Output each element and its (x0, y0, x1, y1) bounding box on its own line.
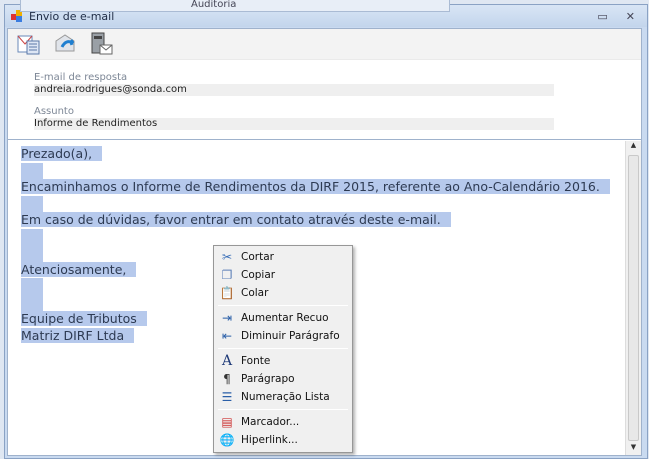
menu-label: Aumentar Recuo (241, 312, 329, 324)
menu-label: Cortar (241, 251, 274, 263)
menu-label: Marcador... (241, 416, 300, 428)
menu-label: Diminuir Parágrafo (241, 330, 340, 342)
menu-item-marcador[interactable]: ▤ Marcador... (216, 413, 350, 431)
numbered-list-icon: ☰ (221, 390, 233, 404)
paste-icon: 📋 (219, 286, 235, 300)
bookmark-icon: ▤ (221, 415, 233, 429)
menu-label: Parágrapo (241, 373, 295, 385)
body-line: Prezado(a), (21, 146, 610, 163)
selected-text: Matriz DIRF Ltda (21, 327, 135, 343)
subject-field[interactable]: Informe de Rendimentos (34, 118, 554, 130)
selected-text (21, 228, 43, 245)
menu-item-cortar[interactable]: ✂ Cortar (216, 248, 350, 266)
selected-text (21, 195, 43, 212)
selected-text: Encaminhamos o Informe de Rendimentos da… (21, 179, 610, 194)
new-message-icon (17, 35, 40, 55)
minimize-button[interactable]: ▭ (597, 10, 607, 23)
selected-text: Em caso de dúvidas, favor entrar em cont… (21, 212, 451, 227)
menu-item-aumentar-recuo[interactable]: ⇥ Aumentar Recuo (216, 309, 350, 327)
scroll-down-arrow[interactable]: ▼ (626, 443, 641, 455)
reply-email-field[interactable]: andreia.rodrigues@sonda.com (34, 84, 554, 96)
new-message-button[interactable] (16, 31, 42, 57)
scissors-icon: ✂ (221, 250, 233, 264)
reply-email-label: E-mail de resposta (34, 72, 128, 83)
menu-item-hiperlink[interactable]: 🌐 Hiperlink... (216, 431, 350, 449)
menu-item-diminuir-paragrafo[interactable]: ⇤ Diminuir Parágrafo (216, 327, 350, 345)
toolbar (8, 29, 641, 60)
hyperlink-globe-icon: 🌐 (219, 433, 235, 447)
scroll-up-arrow[interactable]: ▲ (626, 141, 641, 153)
outdent-icon: ⇤ (221, 329, 233, 343)
body-line: Em caso de dúvidas, favor entrar em cont… (21, 212, 610, 229)
selected-text (21, 294, 43, 311)
menu-label: Colar (241, 287, 269, 299)
window-title: Envio de e-mail (29, 9, 115, 23)
context-menu: ✂ Cortar ❐ Copiar 📋 Colar ⇥ Aumentar Recuo ⇤… (213, 245, 353, 453)
indent-icon: ⇥ (221, 311, 233, 325)
paragraph-icon: ¶ (223, 372, 231, 386)
menu-label: Fonte (241, 355, 271, 367)
send-button[interactable] (52, 31, 78, 57)
menu-item-numeracao-lista[interactable]: ☰ Numeração Lista (216, 388, 350, 406)
menu-item-fonte[interactable]: A Fonte (216, 352, 350, 370)
selected-text: Equipe de Tributos (21, 311, 147, 326)
server-mail-icon (91, 32, 113, 55)
selected-text (21, 245, 43, 262)
body-line (21, 162, 610, 179)
copy-icon: ❐ (221, 268, 233, 282)
menu-label: Copiar (241, 269, 276, 281)
menu-item-colar[interactable]: 📋 Colar (216, 284, 350, 302)
body-line (21, 228, 610, 245)
body-line: Encaminhamos o Informe de Rendimentos da… (21, 179, 610, 196)
close-button[interactable]: ✕ (626, 10, 635, 23)
menu-label: Hiperlink... (241, 434, 298, 446)
menu-separator (218, 348, 348, 349)
menu-item-copiar[interactable]: ❐ Copiar (216, 266, 350, 284)
body-line (21, 195, 610, 212)
server-mail-button[interactable] (88, 31, 114, 57)
selected-text (21, 162, 43, 179)
menu-item-paragrafo[interactable]: ¶ Parágrapo (216, 370, 350, 388)
subject-label: Assunto (34, 106, 74, 117)
font-icon: A (221, 353, 233, 369)
menu-separator (218, 409, 348, 410)
send-icon (55, 34, 75, 52)
selected-text: Prezado(a), (21, 146, 103, 161)
menu-label: Numeração Lista (241, 391, 330, 403)
selected-text: Atenciosamente, (21, 261, 137, 277)
vertical-scrollbar[interactable]: ▲ ▼ (625, 141, 641, 455)
scroll-thumb[interactable] (628, 155, 639, 441)
menu-separator (218, 305, 348, 306)
selected-text (21, 278, 43, 295)
